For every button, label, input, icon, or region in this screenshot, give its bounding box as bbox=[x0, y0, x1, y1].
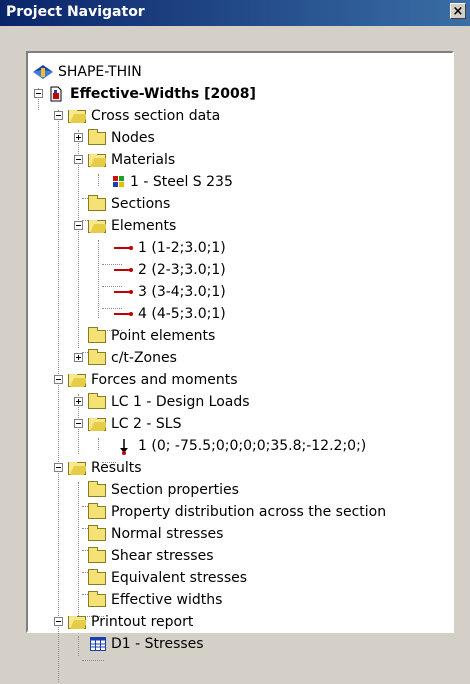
tree-folder-lc1[interactable]: LC 1 - Design Loads bbox=[28, 391, 448, 413]
tree-item-report[interactable]: D1 - Stresses bbox=[28, 633, 448, 655]
tree-item-load[interactable]: 1 (0; -75.5;0;0;0;0;35.8;-12.2;0;) bbox=[28, 435, 448, 457]
tree-item-label: Cross section data bbox=[91, 108, 221, 124]
tree-project-label: Effective-Widths [2008] bbox=[70, 86, 256, 102]
tree-folder-point-elements[interactable]: Point elements bbox=[28, 325, 448, 347]
tree-folder-results[interactable]: Results bbox=[28, 457, 448, 479]
tree-folder-result[interactable]: Section properties bbox=[28, 479, 448, 501]
close-button[interactable]: × bbox=[450, 3, 466, 19]
collapse-icon[interactable] bbox=[54, 375, 63, 384]
expand-icon[interactable] bbox=[74, 133, 83, 142]
tree-item-label: c/t-Zones bbox=[111, 350, 177, 366]
open-folder-icon bbox=[68, 110, 86, 123]
folder-icon bbox=[88, 129, 106, 145]
tree-item-label: 3 (3-4;3.0;1) bbox=[138, 284, 226, 300]
folder-icon bbox=[88, 327, 106, 343]
tree-item-label: Normal stresses bbox=[111, 526, 224, 542]
tree-item-label: Equivalent stresses bbox=[111, 570, 248, 586]
folder-icon bbox=[88, 525, 106, 541]
tree-item-label: 1 (1-2;3.0;1) bbox=[138, 240, 226, 256]
folder-icon bbox=[88, 393, 106, 409]
tree-item-label: Forces and moments bbox=[91, 372, 238, 388]
tree-item-element[interactable]: 3 (3-4;3.0;1) bbox=[28, 281, 448, 303]
tree-root-label: SHAPE-THIN bbox=[58, 64, 142, 80]
tree-item-label: Section properties bbox=[111, 482, 239, 498]
tree-item-label: Property distribution across the section bbox=[111, 504, 387, 520]
folder-icon bbox=[88, 349, 106, 365]
shape-thin-logo-icon bbox=[32, 64, 54, 80]
open-folder-icon bbox=[68, 616, 86, 629]
tree-item-label: LC 2 - SLS bbox=[111, 416, 182, 432]
tree-item-label: Nodes bbox=[111, 130, 155, 146]
tree-item-label: LC 1 - Design Loads bbox=[111, 394, 250, 410]
tree-item-element[interactable]: 1 (1-2;3.0;1) bbox=[28, 237, 448, 259]
tree-folder-ct-zones[interactable]: c/t-Zones bbox=[28, 347, 448, 369]
project-file-icon bbox=[48, 86, 64, 102]
collapse-icon[interactable] bbox=[74, 419, 83, 428]
folder-icon bbox=[88, 503, 106, 519]
collapse-icon[interactable] bbox=[74, 155, 83, 164]
tree-folder-sections[interactable]: Sections bbox=[28, 193, 448, 215]
tree-item-element[interactable]: 2 (2-3;3.0;1) bbox=[28, 259, 448, 281]
folder-icon bbox=[88, 547, 106, 563]
tree-item-label: Shear stresses bbox=[111, 548, 214, 564]
tree-connector bbox=[82, 660, 104, 661]
material-colors-icon bbox=[113, 176, 125, 188]
expand-icon[interactable] bbox=[74, 397, 83, 406]
collapse-icon[interactable] bbox=[54, 463, 63, 472]
tree-item-label: Sections bbox=[111, 196, 171, 212]
tree-item-label: 1 - Steel S 235 bbox=[130, 174, 233, 190]
tree-folder-result[interactable]: Shear stresses bbox=[28, 545, 448, 567]
tree-item-label: Materials bbox=[111, 152, 176, 168]
tree-panel[interactable]: SHAPE-THIN Effective-Widths [2008] Cross… bbox=[26, 51, 454, 682]
folder-icon bbox=[88, 195, 106, 211]
collapse-icon[interactable] bbox=[54, 617, 63, 626]
open-folder-icon bbox=[88, 220, 106, 233]
member-line-icon bbox=[114, 290, 134, 294]
tree-item-label: 1 (0; -75.5;0;0;0;0;35.8;-12.2;0;) bbox=[138, 438, 367, 454]
tree-folder-printout[interactable]: Printout report bbox=[28, 611, 448, 633]
tree-folder-cross-section[interactable]: Cross section data bbox=[28, 105, 448, 127]
member-line-icon bbox=[114, 312, 134, 316]
tree-item-label: Effective widths bbox=[111, 592, 223, 608]
open-folder-icon bbox=[68, 462, 86, 475]
collapse-icon[interactable] bbox=[74, 221, 83, 230]
member-line-icon bbox=[114, 246, 134, 250]
tree-root[interactable]: SHAPE-THIN bbox=[28, 61, 448, 83]
open-folder-icon bbox=[68, 374, 86, 387]
expand-icon[interactable] bbox=[74, 353, 83, 362]
tree-folder-lc2[interactable]: LC 2 - SLS bbox=[28, 413, 448, 435]
member-line-icon bbox=[114, 268, 134, 272]
tree-item-label: Point elements bbox=[111, 328, 216, 344]
tree-item-label: 2 (2-3;3.0;1) bbox=[138, 262, 226, 278]
tree-folder-forces[interactable]: Forces and moments bbox=[28, 369, 448, 391]
open-folder-icon bbox=[88, 418, 106, 431]
report-table-icon bbox=[90, 637, 106, 651]
open-folder-icon bbox=[88, 154, 106, 167]
tree-folder-elements[interactable]: Elements bbox=[28, 215, 448, 237]
tree-item-label: Results bbox=[91, 460, 142, 476]
window-titlebar: Project Navigator × bbox=[0, 0, 470, 26]
tree-folder-nodes[interactable]: Nodes bbox=[28, 127, 448, 149]
tree-item-material[interactable]: 1 - Steel S 235 bbox=[28, 171, 448, 193]
folder-icon bbox=[88, 591, 106, 607]
tree-folder-result[interactable]: Normal stresses bbox=[28, 523, 448, 545]
tree-item-element[interactable]: 4 (4-5;3.0;1) bbox=[28, 303, 448, 325]
tree-folder-result[interactable]: Effective widths bbox=[28, 589, 448, 611]
folder-icon bbox=[88, 481, 106, 497]
force-arrow-icon bbox=[120, 439, 128, 455]
collapse-icon[interactable] bbox=[54, 111, 63, 120]
tree-folder-result[interactable]: Equivalent stresses bbox=[28, 567, 448, 589]
tree-item-label: D1 - Stresses bbox=[111, 636, 204, 652]
folder-icon bbox=[88, 569, 106, 585]
collapse-icon[interactable] bbox=[34, 89, 43, 98]
tree-item-label: Printout report bbox=[91, 614, 194, 630]
tree-item-label: Elements bbox=[111, 218, 177, 234]
window-title: Project Navigator bbox=[6, 4, 145, 20]
tree-folder-result[interactable]: Property distribution across the section bbox=[28, 501, 448, 523]
tree-folder-materials[interactable]: Materials bbox=[28, 149, 448, 171]
tree-item-label: 4 (4-5;3.0;1) bbox=[138, 306, 226, 322]
tree-project[interactable]: Effective-Widths [2008] bbox=[28, 83, 448, 105]
